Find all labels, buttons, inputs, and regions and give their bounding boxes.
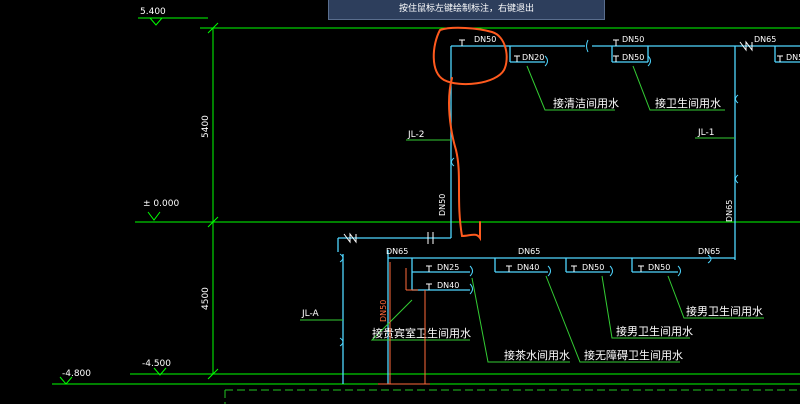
elevation-label-top: 5.400 [140,7,166,17]
cad-drawing-canvas[interactable]: 5.400 ± 0.000 -4.500 -4.800 5400 4500 JL… [0,0,800,404]
size-top-dn50: DN50 [474,35,496,44]
size-lower-dn65-right: DN65 [698,247,720,256]
size-branch-dn40-a: DN40 [437,281,459,290]
callout-cleaning-room: 接清洁间用水 [553,97,619,110]
size-branch-dn40-b: DN40 [517,263,539,272]
size-top-far-dn65: DN65 [754,35,776,44]
elevation-label-bottom: -4.800 [62,369,91,379]
size-top-far-dn50: DN50 [786,53,800,62]
callout-accessible-restroom: 接无障碍卫生间用水 [584,348,683,362]
size-top-right-dn50-b: DN50 [622,53,644,62]
callout-restroom-top: 接卫生间用水 [655,96,721,110]
callout-male-restroom-1: 接男卫生间用水 [616,324,693,338]
size-top-right-dn50-a: DN50 [622,35,644,44]
elevation-marker-top [149,17,163,26]
dimension-upper-label: 5400 [201,115,211,138]
size-branch-dn50-b: DN50 [648,263,670,272]
red-dimension-label: DN50 [379,300,388,322]
size-lower-dn65-mid: DN65 [518,247,540,256]
dashed-outline [224,389,800,404]
dimension-lower-label: 4500 [201,287,211,310]
command-prompt-text: 按住鼠标左键绘制标注，右键退出 [398,4,534,14]
size-top-dn20: DN20 [522,53,544,62]
riser-label-jla: JL-A [301,309,320,319]
size-lower-dn65-left: DN65 [386,247,408,256]
size-branch-dn25: DN25 [437,263,459,272]
riser-label-jl2: JL-2 [407,130,424,140]
elevation-label-mid: -4.500 [142,359,171,369]
callout-tea-room: 接茶水间用水 [504,349,570,362]
elevation-marker-zero [147,211,161,221]
command-prompt-tooltip: 按住鼠标左键绘制标注，右键退出 [328,0,605,20]
dimension-line [207,22,219,380]
riser-label-jl1: JL-1 [697,128,714,138]
red-dimension-marks [378,262,430,385]
elevation-label-zero: ± 0.000 [143,199,179,209]
riser-leaders [300,137,735,321]
callout-male-restroom-2: 接男卫生间用水 [686,304,763,318]
size-riser-dn65: DN65 [725,200,734,222]
pipe-fittings [339,39,739,347]
callout-vip-restroom: 接贵宾室卫生间用水 [372,326,471,340]
size-branch-dn50-a: DN50 [582,263,604,272]
size-riser-dn50: DN50 [438,194,447,216]
